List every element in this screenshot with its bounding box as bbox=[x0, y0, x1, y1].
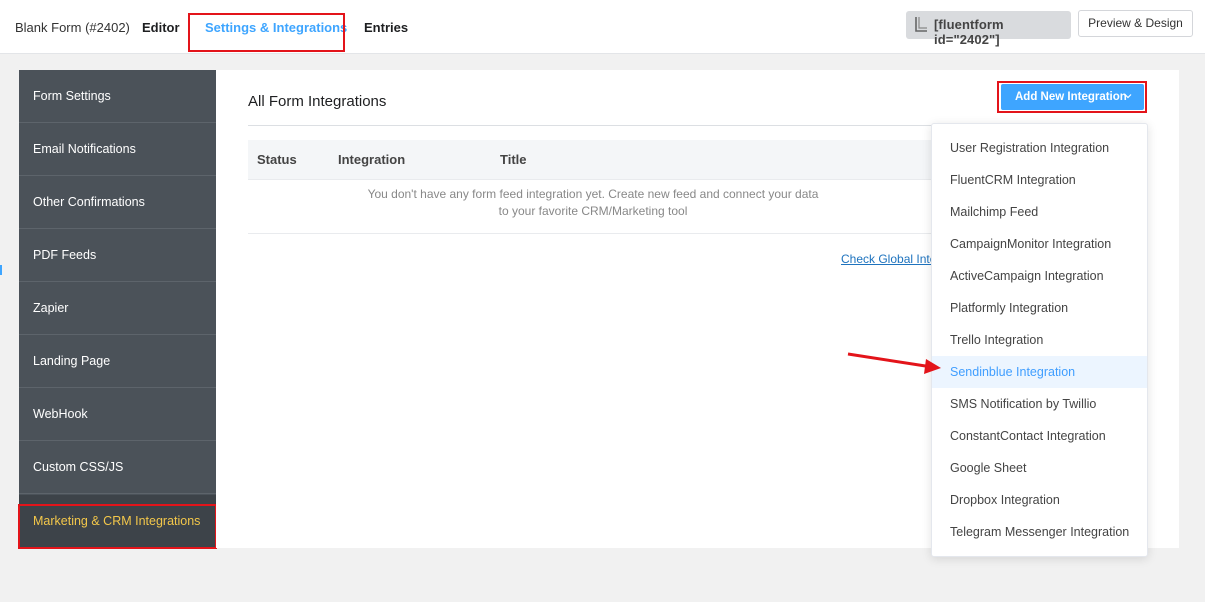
shortcode-copy-button[interactable]: [fluentform id="2402"] bbox=[906, 11, 1071, 47]
chevron-down-icon bbox=[1124, 94, 1132, 99]
title-divider bbox=[248, 125, 938, 126]
integration-dropdown-menu: User Registration Integration FluentCRM … bbox=[931, 123, 1148, 557]
add-button-label: Add New Integration bbox=[1015, 91, 1127, 103]
menu-item-dropbox[interactable]: Dropbox Integration bbox=[932, 484, 1147, 516]
form-name: Blank Form (#2402) bbox=[15, 20, 130, 35]
tab-settings-integrations[interactable]: Settings & Integrations bbox=[205, 20, 347, 35]
shortcode-text: [fluentform id="2402"] bbox=[934, 17, 1004, 47]
menu-item-google-sheet[interactable]: Google Sheet bbox=[932, 452, 1147, 484]
clipboard-icon bbox=[915, 17, 927, 32]
menu-item-mailchimp[interactable]: Mailchimp Feed bbox=[932, 196, 1147, 228]
empty-line-1: You don't have any form feed integration… bbox=[367, 187, 819, 201]
annotation-arrow-icon bbox=[847, 352, 941, 374]
edge-marker bbox=[0, 265, 2, 275]
column-status: Status bbox=[257, 152, 297, 167]
sidebar-item-other-confirmations[interactable]: Other Confirmations bbox=[19, 176, 216, 229]
table-header: Status Integration Title bbox=[248, 140, 938, 180]
menu-item-trello[interactable]: Trello Integration bbox=[932, 324, 1147, 356]
sidebar-item-landing-page[interactable]: Landing Page bbox=[19, 335, 216, 388]
menu-item-constantcontact[interactable]: ConstantContact Integration bbox=[932, 420, 1147, 452]
preview-design-button[interactable]: Preview & Design bbox=[1078, 10, 1193, 37]
empty-line-2: to your favorite CRM/Marketing tool bbox=[498, 204, 688, 218]
table-bottom-border bbox=[248, 233, 938, 234]
sidebar-item-zapier[interactable]: Zapier bbox=[19, 282, 216, 335]
sidebar-item-pdf-feeds[interactable]: PDF Feeds bbox=[19, 229, 216, 282]
page-title: All Form Integrations bbox=[248, 93, 387, 110]
sidebar-item-webhook[interactable]: WebHook bbox=[19, 388, 216, 441]
settings-sidebar: Form Settings Email Notifications Other … bbox=[19, 70, 216, 548]
top-bar: Blank Form (#2402) Editor Settings & Int… bbox=[0, 0, 1205, 54]
column-title: Title bbox=[500, 152, 527, 167]
menu-item-telegram[interactable]: Telegram Messenger Integration bbox=[932, 516, 1147, 548]
menu-item-activecampaign[interactable]: ActiveCampaign Integration bbox=[932, 260, 1147, 292]
add-new-integration-button[interactable]: Add New Integration bbox=[1001, 84, 1144, 110]
sidebar-item-form-settings[interactable]: Form Settings bbox=[19, 70, 216, 123]
tab-entries[interactable]: Entries bbox=[364, 20, 408, 35]
sidebar-item-email-notifications[interactable]: Email Notifications bbox=[19, 123, 216, 176]
sidebar-item-marketing-crm[interactable]: Marketing & CRM Integrations bbox=[19, 495, 216, 548]
menu-item-platformly[interactable]: Platformly Integration bbox=[932, 292, 1147, 324]
menu-item-sendinblue[interactable]: Sendinblue Integration bbox=[932, 356, 1147, 388]
menu-item-campaignmonitor[interactable]: CampaignMonitor Integration bbox=[932, 228, 1147, 260]
menu-item-sms-twillio[interactable]: SMS Notification by Twillio bbox=[932, 388, 1147, 420]
check-global-integrations-link[interactable]: Check Global Inte bbox=[841, 252, 936, 266]
sidebar-item-custom-css-js[interactable]: Custom CSS/JS bbox=[19, 441, 216, 494]
menu-item-fluentcrm[interactable]: FluentCRM Integration bbox=[932, 164, 1147, 196]
empty-state-message: You don't have any form feed integration… bbox=[248, 186, 938, 220]
menu-item-user-registration[interactable]: User Registration Integration bbox=[932, 132, 1147, 164]
tab-editor[interactable]: Editor bbox=[142, 20, 180, 35]
column-integration: Integration bbox=[338, 152, 406, 167]
